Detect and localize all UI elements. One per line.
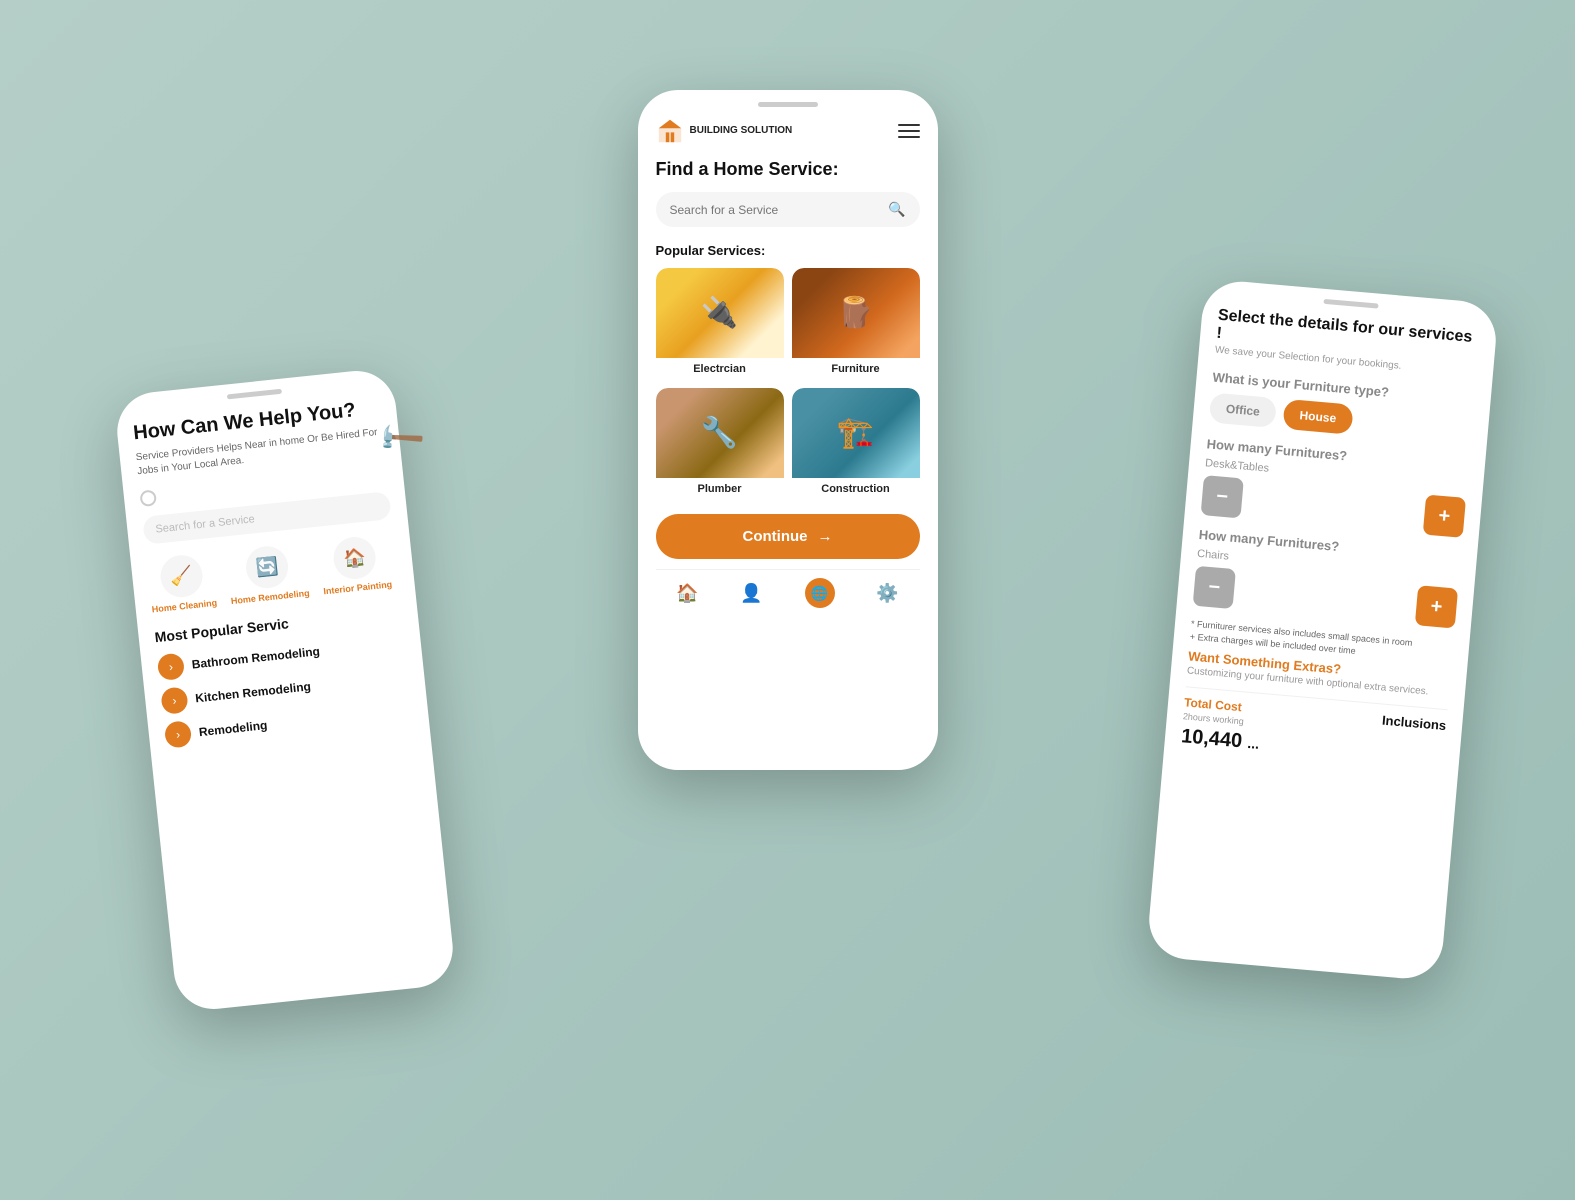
home-cleaning-label: Home Cleaning <box>151 598 217 616</box>
interior-painting-icon: 🏠 <box>332 535 378 581</box>
right-phone: Select the details for our services ! We… <box>1146 278 1499 981</box>
hamburger-menu[interactable] <box>898 124 920 138</box>
nav-home[interactable]: 🏠 <box>676 583 698 604</box>
services-grid: Electrcian Furniture Plumber Constructio… <box>656 268 920 500</box>
furniture-name: Furniture <box>792 358 920 380</box>
furniture-image <box>792 268 920 358</box>
chairs-minus-button[interactable]: − <box>1193 566 1236 609</box>
home-remodeling-icon: 🔄 <box>244 544 290 590</box>
center-phone: BUILDING SOLUTION Find a Home Service: 🔍… <box>638 90 938 770</box>
plumber-image <box>656 388 784 478</box>
total-section: Total Cost 2hours working Inclusions 10,… <box>1180 686 1447 771</box>
kitchen-arrow-icon: › <box>160 686 189 715</box>
left-search-placeholder: Search for a Service <box>155 513 255 535</box>
desk-minus-button[interactable]: − <box>1201 475 1244 518</box>
cat-home-cleaning[interactable]: 🧹 Home Cleaning <box>147 552 218 615</box>
nav-globe[interactable]: 🌐 <box>805 578 835 608</box>
option-office[interactable]: Office <box>1209 392 1277 428</box>
bathroom-label: Bathroom Remodeling <box>191 644 320 671</box>
home-remodeling-label: Home Remodeling <box>230 588 310 607</box>
cat-interior-painting[interactable]: 🏠 Interior Painting <box>318 534 393 598</box>
continue-arrow-icon: → <box>818 528 833 545</box>
inclusions-title: Inclusions <box>1381 713 1446 734</box>
electrician-image <box>656 268 784 358</box>
counter-desk-tables: How many Furnitures? Desk&Tables − + <box>1201 436 1470 538</box>
search-icon: 🔍 <box>888 201 905 218</box>
continue-label: Continue <box>743 528 808 545</box>
search-input[interactable] <box>670 203 881 217</box>
service-card-furniture[interactable]: Furniture <box>792 268 920 380</box>
currency-partial: ... <box>1247 735 1260 752</box>
remodeling-label: Remodeling <box>198 718 268 739</box>
radio-button[interactable] <box>139 489 157 507</box>
popular-services-label: Popular Services: <box>656 243 920 258</box>
logo-area: BUILDING SOLUTION <box>656 117 793 145</box>
page-title: Find a Home Service: <box>656 159 920 180</box>
desk-plus-button[interactable]: + <box>1423 495 1466 538</box>
left-phone: How Can We Help You? Service Providers H… <box>113 367 456 1013</box>
nav-settings[interactable]: ⚙️ <box>876 583 898 604</box>
construction-name: Construction <box>792 478 920 500</box>
bottom-navigation: 🏠 👤 🌐 ⚙️ <box>656 569 920 612</box>
option-house[interactable]: House <box>1282 399 1353 435</box>
service-card-plumber[interactable]: Plumber <box>656 388 784 500</box>
cat-home-remodeling[interactable]: 🔄 Home Remodeling <box>226 542 311 607</box>
remodeling-arrow-icon: › <box>164 720 193 749</box>
continue-button[interactable]: Continue → <box>656 514 920 559</box>
building-solution-logo <box>656 117 684 145</box>
chairs-plus-button[interactable]: + <box>1415 585 1458 628</box>
center-header: BUILDING SOLUTION <box>656 117 920 145</box>
electrician-name: Electrcian <box>656 358 784 380</box>
service-card-electrician[interactable]: Electrcian <box>656 268 784 380</box>
counter-chairs: How many Furnitures? Chairs − + <box>1193 527 1462 629</box>
home-cleaning-icon: 🧹 <box>158 553 204 599</box>
plumber-name: Plumber <box>656 478 784 500</box>
service-card-construction[interactable]: Construction <box>792 388 920 500</box>
interior-painting-label: Interior Painting <box>323 579 393 597</box>
brand-name: BUILDING SOLUTION <box>690 125 793 137</box>
construction-image <box>792 388 920 478</box>
kitchen-label: Kitchen Remodeling <box>195 679 312 705</box>
category-icons-row: 🧹 Home Cleaning 🔄 Home Remodeling 🏠 Inte… <box>147 533 400 615</box>
search-bar[interactable]: 🔍 <box>656 192 920 227</box>
nav-profile[interactable]: 👤 <box>740 583 762 604</box>
bathroom-arrow-icon: › <box>157 652 186 681</box>
